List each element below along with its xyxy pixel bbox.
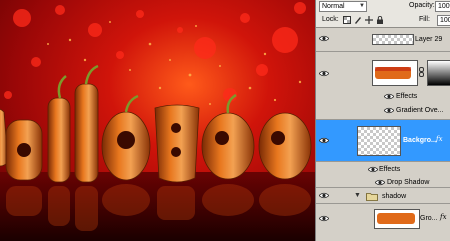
fill-input[interactable]: 100% xyxy=(437,15,450,26)
layers-panel: Normal ▼ Opacity: 100% Lock: Fill: 100% xyxy=(315,0,450,241)
lock-bar: Lock: Fill: 100% xyxy=(316,13,450,28)
layer-thumbnail xyxy=(357,126,401,156)
layer-mask-thumbnail[interactable] xyxy=(427,60,450,86)
effect-visibility-eye-icon[interactable] xyxy=(375,179,385,186)
layer-row-artwork[interactable]: Effects Gradient Ove... xyxy=(316,52,450,120)
opacity-label: Opacity: xyxy=(409,2,435,9)
expand-triangle-icon[interactable]: ▼ xyxy=(354,192,361,199)
visibility-eye-icon[interactable] xyxy=(319,35,329,42)
lock-move-icon[interactable] xyxy=(365,16,373,24)
chevron-down-icon: ▼ xyxy=(359,3,365,9)
layer-row-background-selected[interactable]: Backgro... fx xyxy=(316,120,450,162)
effect-visibility-eye-icon[interactable] xyxy=(384,107,394,114)
lock-label: Lock: xyxy=(322,16,339,23)
layer-name[interactable]: Layer 29 xyxy=(415,35,442,44)
effect-visibility-eye-icon[interactable] xyxy=(368,166,378,173)
layer-thumbnail xyxy=(374,209,420,229)
visibility-eye-icon[interactable] xyxy=(319,137,329,144)
effects-label: Effects xyxy=(379,166,401,173)
layer-row-gro[interactable]: Gro... fx xyxy=(316,204,450,232)
visibility-eye-icon[interactable] xyxy=(319,192,329,199)
folder-icon xyxy=(366,192,378,201)
layer-name[interactable]: shadow xyxy=(382,192,406,201)
layers-list: Layer 29 Effects Gradient Ove... Backgro… xyxy=(316,28,450,241)
canvas-artwork xyxy=(0,0,315,241)
effect-visibility-eye-icon[interactable] xyxy=(384,93,394,100)
layer-row-layer-29[interactable]: Layer 29 xyxy=(316,28,450,52)
lock-transparent-icon[interactable] xyxy=(343,16,351,24)
blend-mode-select[interactable]: Normal ▼ xyxy=(319,1,367,12)
layer-thumbnail xyxy=(372,34,414,45)
visibility-eye-icon[interactable] xyxy=(319,215,329,222)
layer-name[interactable]: Backgro... xyxy=(403,136,437,145)
layer-effects-list: Effects Drop Shadow xyxy=(316,162,450,188)
effect-gradient-overlay[interactable]: Gradient Ove... xyxy=(396,106,443,115)
blend-mode-value: Normal xyxy=(322,3,345,10)
layer-group-shadow[interactable]: ▼ shadow xyxy=(316,188,450,204)
fill-label: Fill: xyxy=(419,16,430,23)
layer-name[interactable]: Gro... xyxy=(420,214,438,223)
halloween-pumpkin-letters xyxy=(0,2,315,241)
fx-icon[interactable]: fx xyxy=(436,135,443,143)
lock-all-icon[interactable] xyxy=(376,15,384,24)
layer-options-bar: Normal ▼ Opacity: 100% xyxy=(316,0,450,14)
effect-drop-shadow[interactable]: Drop Shadow xyxy=(387,178,429,187)
opacity-input[interactable]: 100% xyxy=(435,1,450,12)
layer-thumbnail xyxy=(372,60,418,86)
chain-link-icon[interactable] xyxy=(418,67,426,77)
visibility-eye-icon[interactable] xyxy=(319,70,329,77)
lock-paint-icon[interactable] xyxy=(354,16,362,24)
fx-icon[interactable]: fx xyxy=(440,213,447,221)
effects-label: Effects xyxy=(396,93,418,100)
